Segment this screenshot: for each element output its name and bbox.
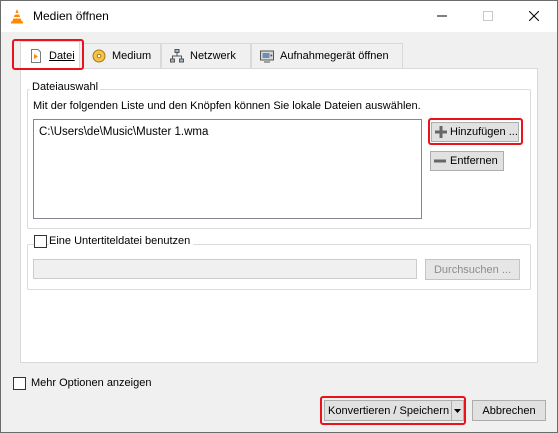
tab-aufnahmegeraet[interactable]: Aufnahmegerät öffnen <box>251 43 403 68</box>
maximize-button[interactable] <box>465 1 511 32</box>
disc-icon <box>92 49 106 63</box>
subtitle-checkbox-label: Eine Untertiteldatei benutzen <box>49 235 194 247</box>
more-options-checkbox[interactable] <box>13 377 26 390</box>
browse-subtitle-button: Durchsuchen ... <box>425 259 520 280</box>
browse-subtitle-label: Durchsuchen ... <box>433 263 512 276</box>
capture-device-icon <box>260 49 274 63</box>
tab-netzwerk[interactable]: Netzwerk <box>161 43 251 68</box>
add-file-label: Hinzufügen ... <box>450 126 518 138</box>
cancel-label: Abbrechen <box>482 404 536 417</box>
maximize-icon <box>483 11 493 21</box>
convert-save-label: Konvertieren / Speichern <box>328 404 450 417</box>
remove-file-button[interactable]: Entfernen <box>430 151 504 171</box>
cancel-button[interactable]: Abbrechen <box>472 400 546 421</box>
tab-label-datei: Datei <box>49 49 75 62</box>
file-icon <box>29 48 43 63</box>
plus-icon <box>435 126 447 138</box>
open-media-dialog: Medien öffnen Datei Medium Netzwerk Aufn… <box>0 0 558 433</box>
close-button[interactable] <box>511 1 557 32</box>
chevron-down-icon[interactable] <box>451 401 463 420</box>
minimize-button[interactable] <box>419 1 465 32</box>
title-bar: Medien öffnen <box>1 1 557 32</box>
file-list[interactable]: C:\Users\de\Music\Muster 1.wma <box>33 119 422 219</box>
file-selection-description: Mit der folgenden Liste und den Knöpfen … <box>33 100 421 112</box>
tab-label-aufnahmegeraet: Aufnahmegerät öffnen <box>280 50 389 62</box>
tab-label-medium: Medium <box>112 50 152 62</box>
vlc-cone-icon <box>9 8 25 24</box>
close-icon <box>529 11 539 21</box>
network-icon <box>170 49 184 63</box>
file-list-item[interactable]: C:\Users\de\Music\Muster 1.wma <box>39 126 208 138</box>
subtitle-checkbox[interactable] <box>34 235 47 248</box>
add-file-button[interactable]: Hinzufügen ... <box>431 122 519 142</box>
file-selection-title: Dateiauswahl <box>30 81 101 93</box>
window-title: Medien öffnen <box>33 9 109 23</box>
minus-icon <box>434 155 446 167</box>
tab-medium[interactable]: Medium <box>83 43 161 68</box>
tab-label-netzwerk: Netzwerk <box>190 50 236 62</box>
minimize-icon <box>437 15 447 17</box>
more-options-label: Mehr Optionen anzeigen <box>31 377 152 389</box>
subtitle-file-input <box>33 259 417 279</box>
convert-save-button[interactable]: Konvertieren / Speichern <box>324 400 464 421</box>
remove-file-label: Entfernen <box>450 155 498 167</box>
tab-datei[interactable]: Datei <box>20 41 80 69</box>
